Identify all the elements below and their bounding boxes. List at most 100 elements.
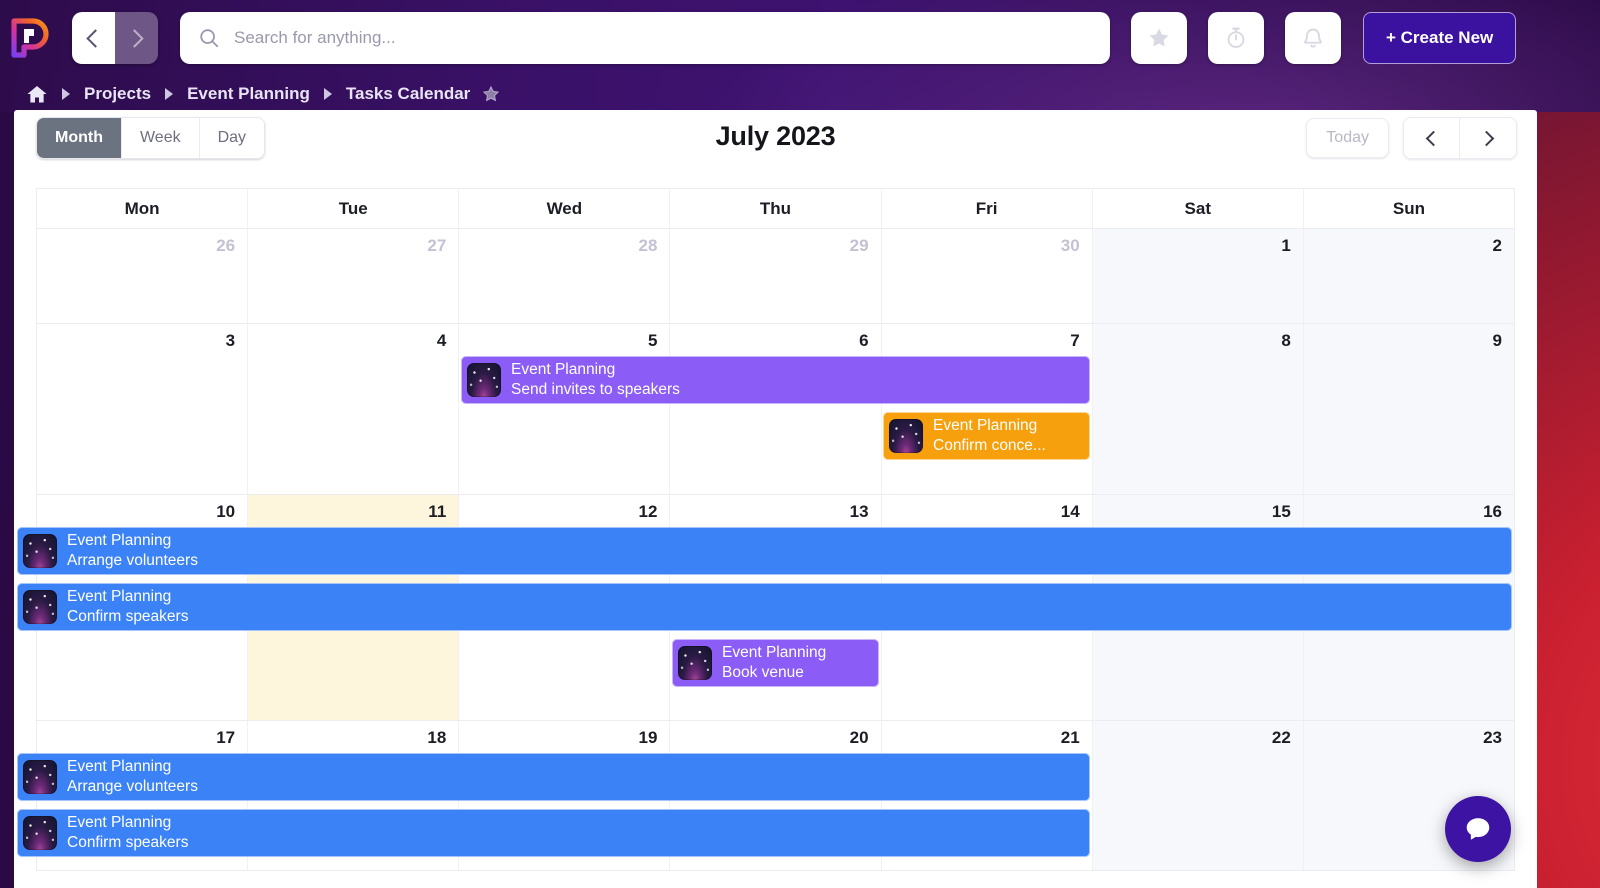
calendar-event[interactable]: Event Planning Confirm conce... [883,412,1090,460]
day-number: 12 [638,502,658,521]
event-task-name: Confirm conce... [933,437,1046,454]
calendar-grid: Mon Tue Wed Thu Fri Sat Sun 26 27 28 29 30 1 2 3 4 5 6 7 8… [17,188,1515,871]
event-text: Event Planning Confirm conce... [933,416,1046,457]
day-number: 6 [859,331,869,350]
day-header-tue: Tue [248,189,460,228]
chat-button[interactable] [1445,796,1511,862]
day-cell[interactable]: 22 [1092,721,1304,870]
chevron-left-icon [86,28,105,48]
notifications-button[interactable] [1285,12,1341,64]
day-number: 2 [1492,236,1502,255]
day-cell[interactable]: 7 [882,324,1093,494]
breadcrumb-item-projects[interactable]: Projects [84,84,151,104]
event-thumbnail [23,590,57,624]
day-number: 10 [216,502,236,521]
day-cell[interactable]: 30 [882,229,1093,323]
calendar-event[interactable]: Event Planning Book venue [672,639,879,687]
event-text: Event Planning Send invites to speakers [511,360,680,401]
day-number: 11 [428,502,447,521]
calendar-week: 10 11 12 13 14 15 16 Event Planning Arrange volu… [17,495,1514,721]
day-number: 27 [427,236,447,255]
day-number: 21 [1060,728,1080,747]
day-header-mon: Mon [37,189,249,228]
breadcrumb-item-event-planning[interactable]: Event Planning [187,84,310,104]
calendar-page: Month Week Day July 2023 Today Mon Tue Wed Th… [14,110,1537,888]
day-header-wed: Wed [459,189,671,228]
day-cell[interactable]: 4 [248,324,460,494]
calendar-week: 3 4 5 6 7 8 9 Event Planning Send invites to spe… [37,324,1514,495]
day-cell[interactable]: 29 [670,229,882,323]
next-month-button[interactable] [1460,118,1516,158]
day-cell[interactable]: 2 [1303,229,1514,323]
calendar-week: 26 27 28 29 30 1 2 [37,229,1514,324]
calendar-event[interactable]: Event Planning Arrange volunteers [17,753,1090,801]
day-number: 26 [216,236,236,255]
search-icon [200,29,219,48]
event-project-name: Event Planning [67,531,172,549]
day-number: 30 [1060,236,1080,255]
breadcrumb-separator [165,88,174,100]
event-task-name: Book venue [722,664,804,681]
previous-month-button[interactable] [1404,118,1460,158]
event-project-name: Event Planning [933,416,1038,434]
stopwatch-icon [1227,27,1245,48]
day-number: 3 [225,331,236,350]
day-number: 16 [1483,502,1502,521]
day-number: 23 [1483,728,1502,747]
favorites-button[interactable] [1131,12,1187,64]
star-icon [1149,28,1169,47]
home-icon[interactable] [26,84,48,104]
calendar-event[interactable]: Event Planning Arrange volunteers [17,527,1512,575]
event-thumbnail [467,363,501,397]
calendar-weeks: 26 27 28 29 30 1 2 3 4 5 6 7 8 9 Event Planning Send in… [17,229,1514,871]
day-cell[interactable]: 8 [1092,324,1304,494]
app-header-chrome: + Create New Projects Event Planning Tas… [0,0,1600,112]
star-icon[interactable] [482,85,500,103]
day-number: 28 [638,236,658,255]
breadcrumb-item-tasks-calendar[interactable]: Tasks Calendar [346,84,470,104]
nav-forward-button[interactable] [115,12,158,64]
calendar-event[interactable]: Event Planning Send invites to speakers [461,356,1090,404]
day-number: 5 [647,331,658,350]
calendar-event[interactable]: Event Planning Confirm speakers [17,583,1512,631]
event-project-name: Event Planning [511,360,616,378]
day-cell[interactable]: 5 [459,324,671,494]
day-number: 14 [1060,502,1080,521]
day-number: 7 [1070,331,1080,350]
day-number: 15 [1271,502,1291,521]
history-nav [72,12,158,64]
week-day-cells: 26 27 28 29 30 1 2 [37,229,1514,323]
day-number: 13 [849,502,869,521]
day-number: 8 [1281,331,1291,350]
app-logo[interactable] [0,18,58,58]
day-cell[interactable]: 28 [459,229,671,323]
search-bar[interactable] [180,12,1110,64]
chevron-right-icon [1478,130,1494,146]
calendar-event[interactable]: Event Planning Confirm speakers [17,809,1090,857]
day-number: 18 [427,728,447,747]
day-number: 4 [436,331,447,350]
day-cell[interactable]: 1 [1092,229,1304,323]
day-cell[interactable]: 3 [37,324,249,494]
search-input[interactable] [234,28,1092,48]
timer-button[interactable] [1208,12,1264,64]
create-new-button[interactable]: + Create New [1363,12,1517,64]
nav-back-button[interactable] [72,12,115,64]
bell-icon [1304,28,1322,48]
day-cell[interactable]: 26 [37,229,249,323]
day-cell[interactable]: 6 [670,324,882,494]
event-project-name: Event Planning [67,757,172,775]
day-number: 1 [1281,236,1291,255]
today-button[interactable]: Today [1306,118,1389,158]
event-project-name: Event Planning [722,643,827,661]
chevron-right-icon [125,28,144,48]
day-cell[interactable]: 27 [248,229,460,323]
event-text: Event Planning Confirm speakers [67,813,188,854]
day-cell[interactable]: 9 [1303,324,1514,494]
day-number: 9 [1492,331,1502,350]
week-day-cells: 3 4 5 6 7 8 9 [37,324,1514,494]
day-number: 20 [849,728,869,747]
day-header-sat: Sat [1092,189,1304,228]
day-of-week-header: Mon Tue Wed Thu Fri Sat Sun [37,189,1514,229]
chat-bubble-icon [1466,818,1490,840]
